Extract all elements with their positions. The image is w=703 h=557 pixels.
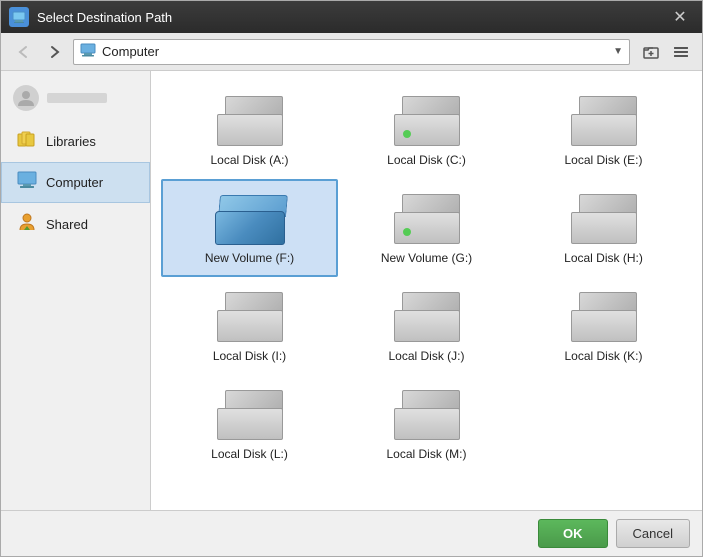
cancel-button[interactable]: Cancel	[616, 519, 690, 548]
dialog-title: Select Destination Path	[37, 10, 666, 25]
drive-item-g[interactable]: New Volume (G:)	[338, 179, 515, 277]
drive-label-h: Local Disk (H:)	[564, 251, 643, 265]
sidebar-user	[1, 79, 150, 117]
drive-item-m[interactable]: Local Disk (M:)	[338, 375, 515, 473]
content-area: Libraries Computer	[1, 71, 702, 510]
drive-item-c[interactable]: Local Disk (C:)	[338, 81, 515, 179]
drive-item-e[interactable]: Local Disk (E:)	[515, 81, 692, 179]
drive-item-k[interactable]: Local Disk (K:)	[515, 277, 692, 375]
sidebar-computer-label: Computer	[46, 175, 103, 190]
address-bar[interactable]: Computer ▼	[73, 39, 630, 65]
drive-item-a[interactable]: Local Disk (A:)	[161, 81, 338, 179]
sidebar-item-shared[interactable]: Shared	[1, 203, 150, 246]
ok-button[interactable]: OK	[538, 519, 608, 548]
drive-label-j: Local Disk (J:)	[388, 349, 464, 363]
drive-item-f[interactable]: New Volume (F:)	[161, 179, 338, 277]
toolbar-actions	[638, 39, 694, 65]
user-avatar	[13, 85, 39, 111]
sidebar-shared-label: Shared	[46, 217, 88, 232]
drive-label-i: Local Disk (I:)	[213, 349, 286, 363]
drive-label-f: New Volume (F:)	[205, 251, 294, 265]
file-view: Local Disk (A:) Local Disk (C:) Local Di…	[151, 71, 702, 510]
new-folder-button[interactable]	[638, 39, 664, 65]
close-button[interactable]: ✕	[666, 3, 694, 31]
title-bar: Select Destination Path ✕	[1, 1, 702, 33]
drive-label-e: Local Disk (E:)	[564, 153, 642, 167]
sidebar-item-libraries[interactable]: Libraries	[1, 121, 150, 162]
sidebar-libraries-label: Libraries	[46, 134, 96, 149]
sidebar-item-computer[interactable]: Computer	[1, 162, 150, 203]
back-button[interactable]	[9, 39, 37, 65]
address-dropdown-icon[interactable]: ▼	[613, 46, 623, 57]
drive-label-k: Local Disk (K:)	[564, 349, 642, 363]
toolbar: Computer ▼	[1, 33, 702, 71]
shared-icon	[16, 212, 38, 237]
user-name-placeholder	[47, 93, 107, 103]
main-content: Local Disk (A:) Local Disk (C:) Local Di…	[151, 71, 702, 510]
computer-icon	[16, 171, 38, 194]
title-icon	[9, 7, 29, 27]
sidebar: Libraries Computer	[1, 71, 151, 510]
drive-label-m: Local Disk (M:)	[386, 447, 466, 461]
dialog: Select Destination Path ✕ Computer ▼	[0, 0, 703, 557]
libraries-icon	[16, 130, 38, 153]
drive-item-i[interactable]: Local Disk (I:)	[161, 277, 338, 375]
view-button[interactable]	[668, 39, 694, 65]
address-computer-icon	[80, 43, 96, 60]
address-text: Computer	[102, 44, 607, 59]
drive-label-l: Local Disk (L:)	[211, 447, 288, 461]
drive-label-a: Local Disk (A:)	[210, 153, 288, 167]
drive-label-g: New Volume (G:)	[381, 251, 472, 265]
footer: OK Cancel	[1, 510, 702, 556]
drive-label-c: Local Disk (C:)	[387, 153, 466, 167]
drive-item-l[interactable]: Local Disk (L:)	[161, 375, 338, 473]
forward-button[interactable]	[41, 39, 69, 65]
drive-item-h[interactable]: Local Disk (H:)	[515, 179, 692, 277]
drive-item-j[interactable]: Local Disk (J:)	[338, 277, 515, 375]
